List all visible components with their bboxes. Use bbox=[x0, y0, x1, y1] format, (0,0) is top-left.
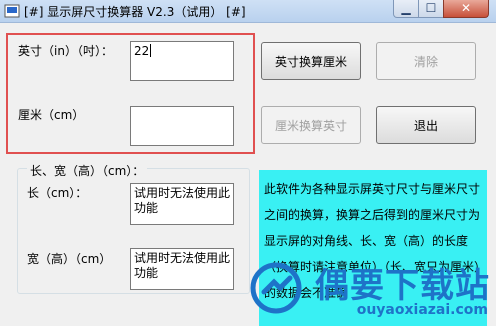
maximize-button[interactable]: ☐ bbox=[418, 0, 444, 18]
inch-label: 英寸（in）（吋）： bbox=[18, 44, 113, 58]
close-icon: ✕ bbox=[460, 1, 472, 15]
width-field[interactable]: 试用时无法使用此功能 bbox=[130, 248, 234, 290]
cm-to-inch-button[interactable]: 厘米换算英寸 bbox=[261, 106, 361, 144]
width-label: 宽（高）（cm） bbox=[27, 252, 112, 266]
watermark-title: 偶要下载站 bbox=[315, 266, 490, 306]
watermark-url: ouyaoxiazai.com bbox=[356, 302, 488, 318]
dimensions-group-title: 长、宽（高）（cm）： bbox=[27, 162, 148, 179]
inch-input[interactable]: 22 bbox=[130, 41, 234, 81]
exit-button[interactable]: 退出 bbox=[376, 106, 476, 144]
watermark-logo-icon bbox=[250, 262, 302, 314]
app-icon bbox=[4, 4, 20, 18]
title-bar: [#] 显示屏尺寸换算器 V2.3（试用） [#] ▁ ☐ ✕ bbox=[0, 0, 496, 23]
length-field[interactable]: 试用时无法使用此功能 bbox=[130, 183, 234, 225]
clear-button[interactable]: 清除 bbox=[376, 42, 476, 80]
cm-input[interactable] bbox=[130, 106, 234, 146]
close-button[interactable]: ✕ bbox=[443, 0, 489, 18]
minimize-button[interactable]: ▁ bbox=[393, 0, 419, 18]
minimize-icon: ▁ bbox=[401, 1, 411, 15]
window-title: [#] 显示屏尺寸换算器 V2.3（试用） [#] bbox=[24, 5, 246, 19]
inch-to-cm-button[interactable]: 英寸换算厘米 bbox=[261, 42, 361, 80]
length-label: 长（cm）： bbox=[27, 186, 88, 200]
cm-label: 厘米（cm） bbox=[18, 108, 85, 122]
maximize-icon: ☐ bbox=[425, 1, 437, 15]
watermark: 偶要下载站 ouyaoxiazai.com bbox=[250, 258, 490, 324]
